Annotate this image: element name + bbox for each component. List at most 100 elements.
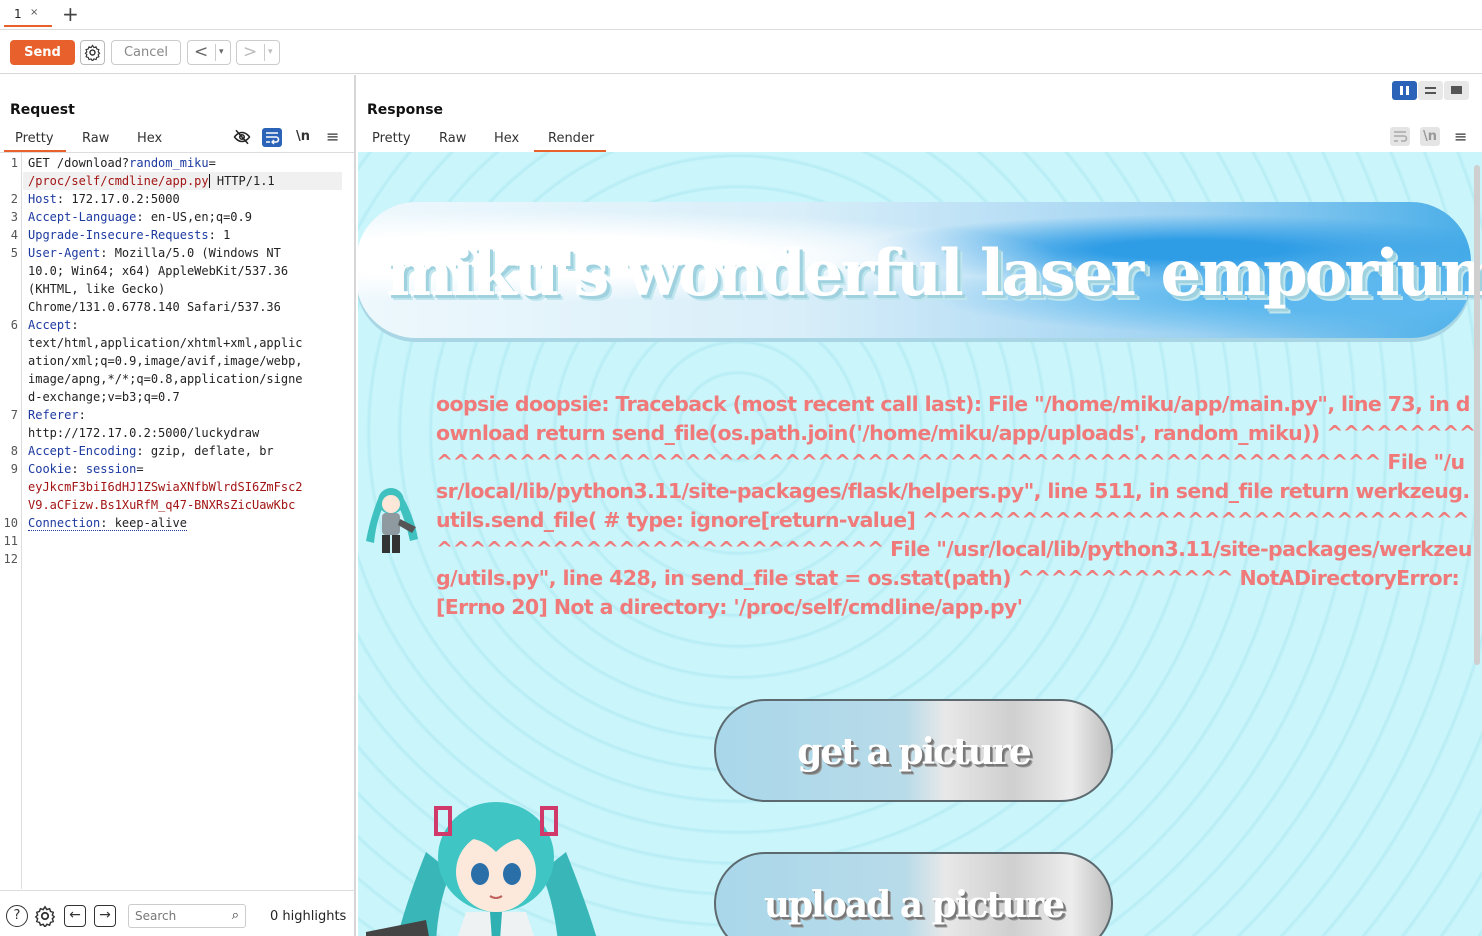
request-line-3: Accept-Language: en-US,en;q=0.9 bbox=[28, 208, 252, 226]
next-match-icon[interactable]: → bbox=[94, 905, 116, 927]
search-input[interactable]: Search ⌕ bbox=[128, 904, 246, 928]
wrap-lines-icon[interactable] bbox=[262, 128, 282, 147]
tab-hex[interactable]: Hex bbox=[137, 130, 162, 152]
menu-icon[interactable]: ≡ bbox=[1454, 127, 1467, 146]
tab-render[interactable]: Render bbox=[534, 130, 606, 152]
newline-icon[interactable]: \n bbox=[1420, 127, 1440, 146]
cookie-equals: = bbox=[136, 462, 144, 476]
page-banner: miku's wonderful laser emporium bbox=[358, 202, 1482, 338]
header-name: Accept bbox=[28, 318, 72, 332]
forward-history-dropdown-icon[interactable]: ▾ bbox=[268, 47, 273, 57]
separator bbox=[264, 44, 265, 61]
back-nav-group[interactable]: < ▾ bbox=[187, 40, 231, 65]
wrap-lines-icon[interactable] bbox=[1390, 127, 1410, 146]
single-pane-layout-icon[interactable] bbox=[1444, 81, 1469, 100]
header-name: Referer bbox=[28, 408, 79, 422]
line-number: 4 bbox=[10, 228, 18, 242]
response-panel: Response Pretty Raw Hex Render \n ≡ miku… bbox=[356, 75, 1482, 936]
line-number: 2 bbox=[10, 192, 18, 206]
line-number: 1 bbox=[10, 156, 18, 170]
tab-pretty[interactable]: Pretty bbox=[4, 130, 66, 152]
close-tab-icon[interactable]: × bbox=[30, 7, 38, 18]
menu-icon[interactable]: ≡ bbox=[326, 127, 339, 146]
request-editor[interactable]: 1 2 3 4 5 6 7 8 9 10 11 12 GET /download… bbox=[0, 152, 354, 889]
header-name: Host bbox=[28, 192, 57, 206]
header-value: : Mozilla/5.0 (Windows NT bbox=[100, 246, 281, 260]
header-colon: : bbox=[71, 462, 86, 476]
header-name: Upgrade-Insecure-Requests bbox=[28, 228, 209, 242]
header-value-wrap: (KHTML, like Gecko) bbox=[28, 282, 166, 296]
header-value: : en-US,en;q=0.9 bbox=[136, 210, 252, 224]
tab-raw[interactable]: Raw bbox=[82, 130, 109, 152]
back-history-dropdown-icon[interactable]: ▾ bbox=[219, 47, 224, 57]
tab-strip: 1 × + bbox=[0, 0, 1482, 30]
request-line-4: Upgrade-Insecure-Requests: 1 bbox=[28, 226, 230, 244]
header-value-wrap: d-exchange;v=b3;q=0.7 bbox=[28, 390, 180, 404]
header-name: User-Agent bbox=[28, 246, 101, 260]
upload-picture-button[interactable]: upload a picture bbox=[714, 852, 1113, 936]
separator bbox=[215, 44, 216, 61]
get-picture-button[interactable]: get a picture bbox=[714, 699, 1113, 802]
side-by-side-layout-icon[interactable] bbox=[1392, 81, 1417, 100]
header-value-wrap: http://172.17.0.2:5000/luckydraw bbox=[28, 426, 260, 440]
request-method-path: GET /download? bbox=[28, 156, 130, 170]
line-number: 6 bbox=[10, 318, 18, 332]
header-name: Cookie bbox=[28, 462, 72, 476]
tab-raw[interactable]: Raw bbox=[439, 130, 466, 152]
header-value-wrap: text/html,application/xhtml+xml,applic bbox=[28, 336, 303, 350]
back-arrow-icon[interactable]: < bbox=[194, 42, 208, 62]
response-scrollbar[interactable] bbox=[1474, 165, 1480, 665]
request-line-2: Host: 172.17.0.2:5000 bbox=[28, 190, 180, 208]
request-line-8: Accept-Encoding: gzip, deflate, br bbox=[28, 442, 274, 460]
settings-button[interactable] bbox=[80, 40, 105, 65]
param-name: random_miku bbox=[129, 156, 209, 170]
request-line-5: User-Agent: Mozilla/5.0 (Windows NT bbox=[28, 244, 281, 262]
gear-icon bbox=[84, 44, 101, 61]
gear-icon[interactable] bbox=[34, 905, 56, 927]
chibi-miku-image bbox=[366, 488, 418, 553]
upload-picture-label: upload a picture bbox=[763, 884, 1065, 926]
page-heading: miku's wonderful laser emporium bbox=[386, 236, 1482, 311]
tab-hex[interactable]: Hex bbox=[494, 130, 519, 152]
header-colon: : bbox=[78, 408, 86, 422]
previous-match-icon[interactable]: ← bbox=[64, 905, 86, 927]
newline-icon[interactable]: \n bbox=[296, 129, 310, 144]
param-equals: = bbox=[208, 156, 216, 170]
cookie-value-wrap: V9.aCFizw.Bs1XuRfM_q47-BNXRsZicUawKbc bbox=[28, 498, 296, 512]
request-search-bar: ? ← → Search ⌕ 0 highlights bbox=[0, 890, 354, 936]
layout-toggle-group bbox=[1392, 81, 1470, 100]
param-value: /proc/self/cmdline/app.py bbox=[28, 174, 209, 188]
send-button[interactable]: Send bbox=[10, 40, 75, 65]
tab-pretty[interactable]: Pretty bbox=[372, 130, 411, 152]
header-name: Connection bbox=[28, 516, 101, 531]
request-line-9: Cookie: session= bbox=[28, 460, 144, 478]
get-picture-label: get a picture bbox=[797, 731, 1032, 773]
request-line-1-wrap: /proc/self/cmdline/app.py HTTP/1.1 bbox=[28, 172, 275, 190]
header-value-wrap: image/apng,*/*;q=0.8,application/signe bbox=[28, 372, 303, 386]
forward-nav-group[interactable]: > ▾ bbox=[236, 40, 280, 65]
header-value-wrap: ation/xml;q=0.9,image/avif,image/webp, bbox=[28, 354, 303, 368]
response-view-tabs: Pretty Raw Hex Render \n ≡ bbox=[356, 127, 1482, 152]
tab-1[interactable]: 1 × bbox=[4, 3, 52, 27]
error-traceback: oopsie doopsie: Traceback (most recent c… bbox=[436, 392, 1476, 619]
line-number: 12 bbox=[3, 552, 18, 566]
help-icon[interactable]: ? bbox=[6, 905, 28, 927]
search-placeholder: Search bbox=[135, 909, 177, 923]
cancel-button[interactable]: Cancel bbox=[111, 40, 181, 65]
cookie-name: session bbox=[85, 462, 137, 476]
eye-slash-icon[interactable] bbox=[233, 128, 251, 146]
http-version: HTTP/1.1 bbox=[209, 174, 275, 188]
request-line-7: Referer: bbox=[28, 406, 86, 424]
new-tab-icon[interactable]: + bbox=[62, 2, 79, 26]
line-number: 8 bbox=[10, 444, 18, 458]
line-number: 11 bbox=[3, 534, 18, 548]
search-icon: ⌕ bbox=[231, 908, 239, 923]
line-number: 7 bbox=[10, 408, 18, 422]
line-number: 3 bbox=[10, 210, 18, 224]
forward-arrow-icon[interactable]: > bbox=[243, 42, 257, 62]
header-value-wrap: Chrome/131.0.6778.140 Safari/537.36 bbox=[28, 300, 281, 314]
header-value: : 1 bbox=[208, 228, 231, 242]
header-name: Accept-Language bbox=[28, 210, 137, 224]
stacked-layout-icon[interactable] bbox=[1418, 81, 1443, 100]
header-value: : 172.17.0.2:5000 bbox=[56, 192, 180, 206]
